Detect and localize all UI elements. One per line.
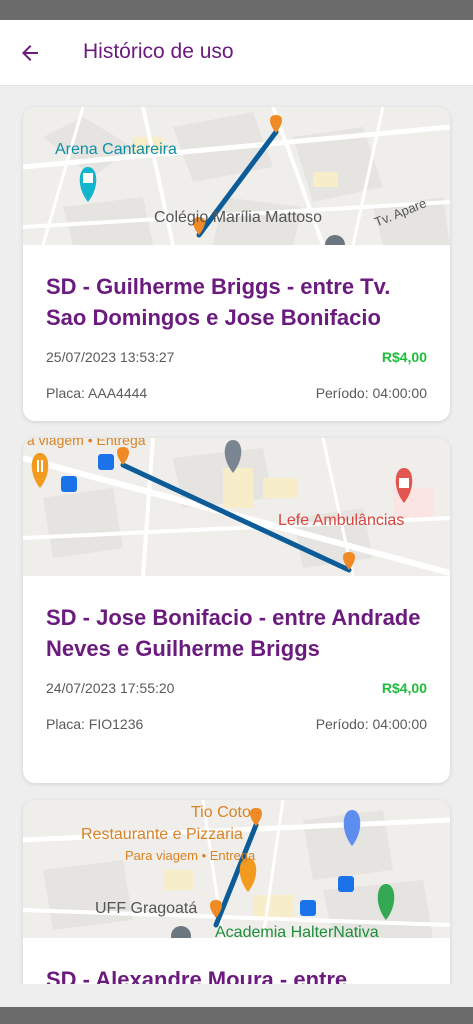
map-label: Lefe Ambulâncias <box>278 512 405 529</box>
period: Período: 04:00:00 <box>315 716 427 732</box>
history-list[interactable]: Arena Cantareira Colégio Marília Mattoso… <box>0 86 473 984</box>
map-label: Restaurante e Pizzaria <box>81 826 243 843</box>
period: Período: 04:00:00 <box>315 385 427 401</box>
card-row: Placa: AAA4444 Período: 04:00:00 <box>46 385 427 401</box>
card-row: Placa: FIO1236 Período: 04:00:00 <box>46 716 427 732</box>
map-label: a viagem • Entrega <box>27 438 146 448</box>
price: R$4,00 <box>381 349 427 365</box>
history-card[interactable]: Arena Cantareira Colégio Marília Mattoso… <box>23 107 450 421</box>
map-label: Arena Cantareira <box>55 141 177 158</box>
app-bar: Histórico de uso <box>0 20 473 86</box>
history-card[interactable]: Tio Coto - Restaurante e Pizzaria Para v… <box>23 800 450 984</box>
parking-zone-title: SD - Jose Bonifacio - entre Andrade Neve… <box>46 605 421 661</box>
route-map: Tio Coto - Restaurante e Pizzaria Para v… <box>23 800 450 938</box>
status-bar <box>0 0 473 20</box>
map-label: UFF Gragoatá <box>95 900 198 917</box>
plate: Placa: AAA4444 <box>46 385 148 401</box>
card-row: 25/07/2023 13:53:27 R$4,00 <box>46 349 427 365</box>
map-label: Para viagem • Entrega <box>125 848 256 863</box>
map-label: Colégio Marília Mattoso <box>154 209 323 226</box>
parking-zone-title: SD - Alexandre Moura - entre <box>46 967 348 984</box>
price: R$4,00 <box>381 680 427 696</box>
history-card[interactable]: a viagem • Entrega Lefe Ambulâncias SD -… <box>23 438 450 783</box>
datetime: 25/07/2023 13:53:27 <box>46 349 175 365</box>
plate: Placa: FIO1236 <box>46 716 144 732</box>
parking-zone-title: SD - Guilherme Briggs - entre Tv. Sao Do… <box>46 274 391 330</box>
map-label: Tio Coto - <box>191 804 261 821</box>
page-title: Histórico de uso <box>83 40 234 63</box>
back-button[interactable] <box>12 35 48 71</box>
datetime: 24/07/2023 17:55:20 <box>46 680 175 696</box>
navigation-bar <box>0 1007 473 1024</box>
map-label: Academia HalterNativa <box>215 924 379 938</box>
route-map: a viagem • Entrega Lefe Ambulâncias <box>23 438 450 576</box>
back-arrow-icon <box>22 45 38 61</box>
card-row: 24/07/2023 17:55:20 R$4,00 <box>46 680 427 696</box>
route-map: Arena Cantareira Colégio Marília Mattoso… <box>23 107 450 245</box>
